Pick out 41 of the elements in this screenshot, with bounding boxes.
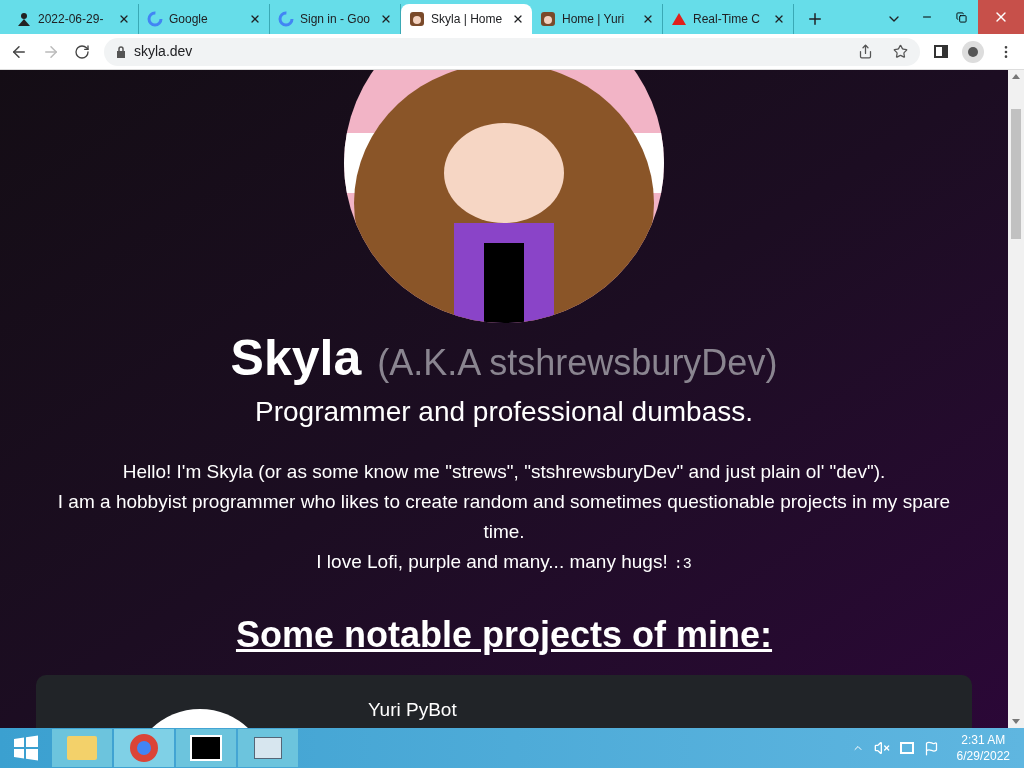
reload-icon[interactable] — [74, 43, 90, 60]
new-tab-icon[interactable] — [806, 10, 824, 28]
tagline: Programmer and professional dumbass. — [255, 394, 753, 429]
close-icon[interactable] — [118, 13, 130, 25]
emoticon-text: :3 — [673, 554, 692, 575]
tab-title: Real-Time C — [693, 11, 761, 28]
lock-icon — [116, 45, 126, 58]
intro-text: Hello! I'm Skyla (or as some know me "strews", "stshrewsburyDev" and just plain ol' "dev"). — [122, 459, 886, 484]
close-icon[interactable] — [380, 13, 392, 25]
star-icon[interactable] — [893, 44, 908, 59]
google-icon — [278, 11, 294, 27]
tab-title: Skyla | Home — [431, 11, 504, 28]
google-icon — [147, 11, 163, 27]
profile-alias: (A.K.A stshrewsburyDev) — [377, 341, 778, 385]
share-icon[interactable] — [858, 44, 873, 59]
tab-title: 2022-06-29- — [38, 11, 105, 28]
tab-title: Google — [169, 11, 209, 28]
side-panel-icon[interactable] — [934, 45, 948, 58]
intro-text: I am a hobbyist programmer who likes to create random and sometimes questionable projects in my spare time. — [56, 489, 952, 544]
url-text: skyla.dev — [134, 42, 193, 61]
avatar-icon — [540, 11, 556, 27]
profile-icon[interactable] — [962, 40, 984, 63]
close-icon[interactable] — [642, 13, 654, 25]
close-icon[interactable] — [512, 13, 524, 25]
avatar-icon — [409, 11, 425, 27]
monitor-app-icon[interactable] — [238, 729, 298, 767]
intro-text: I love Lofi, purple and many... many hugs! — [316, 549, 668, 574]
address-bar[interactable]: skyla.dev — [104, 37, 920, 66]
section-heading: Some notable projects of mine: — [235, 612, 773, 657]
archive-app-icon[interactable] — [176, 729, 236, 767]
tab-title: Home | Yuri — [562, 11, 626, 28]
restore-icon[interactable] — [955, 11, 967, 23]
profile-name: Skyla — [230, 329, 362, 388]
browser-tab[interactable]: Skyla | Home — [401, 4, 532, 34]
close-icon[interactable] — [249, 13, 261, 25]
person-icon — [16, 11, 32, 27]
warning-triangle-icon — [671, 11, 687, 27]
windows-logo-icon[interactable] — [13, 735, 39, 761]
close-icon[interactable] — [773, 13, 785, 25]
tab-title: Sign in - Goo — [300, 11, 372, 28]
project-name: Yuri PyBot — [368, 698, 457, 722]
